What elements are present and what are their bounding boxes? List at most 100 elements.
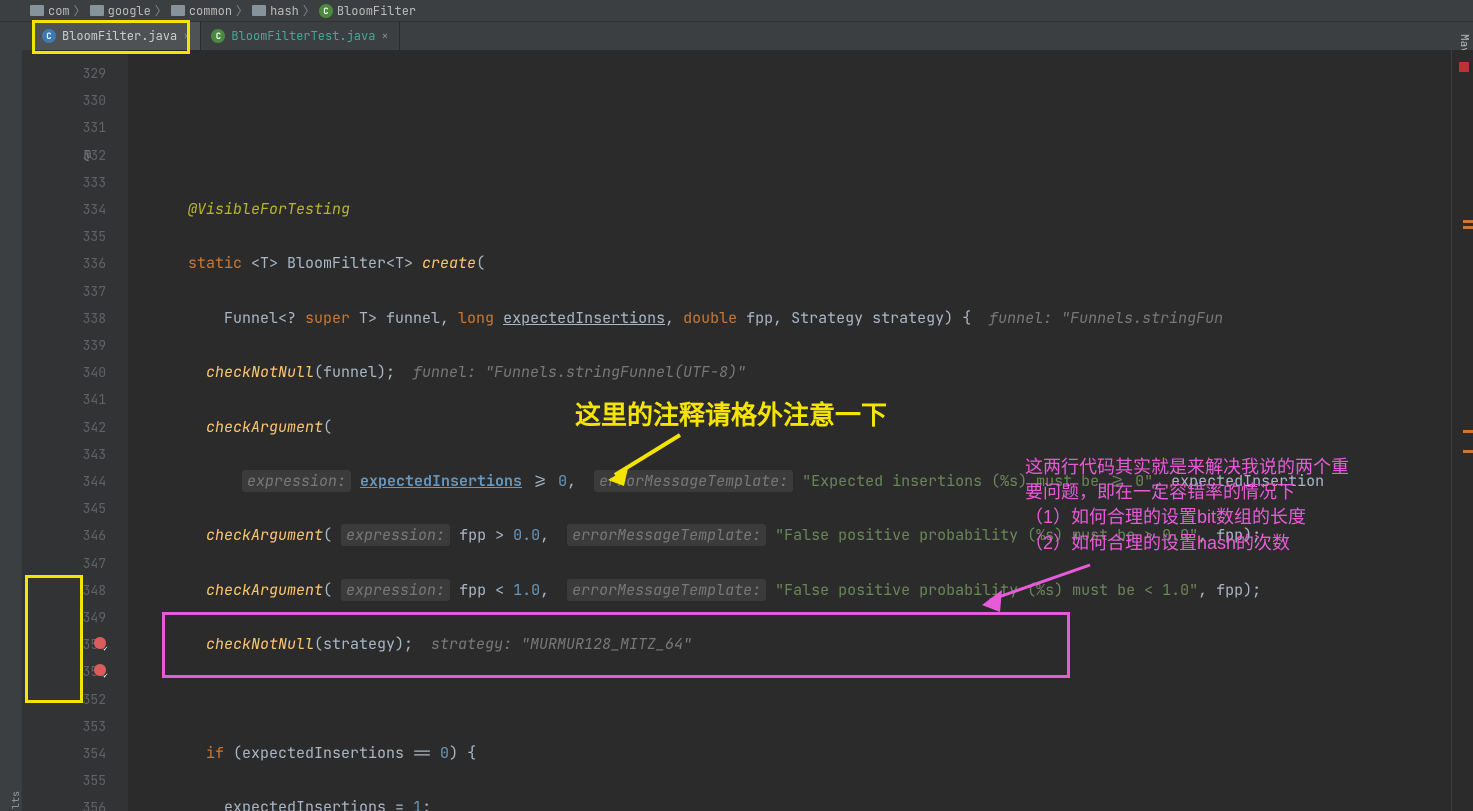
method-call: checkNotNull xyxy=(206,362,314,382)
line-number[interactable]: 339 xyxy=(22,332,128,359)
code-text: , expectedInsertion xyxy=(1153,471,1324,491)
line-number[interactable]: 349 xyxy=(22,604,128,631)
editor[interactable]: 329330331332@333334335336337338339340341… xyxy=(22,50,1473,811)
line-number[interactable]: 352 xyxy=(22,686,128,713)
breadcrumb-item[interactable]: hash xyxy=(252,3,299,19)
warning-mark[interactable] xyxy=(1463,430,1473,433)
method-name: create xyxy=(422,253,476,273)
left-tool-tabs: lts ma tils arni ate atio rsc Blo mo Re … xyxy=(0,50,22,811)
line-number[interactable]: 354 xyxy=(22,740,128,767)
line-number[interactable]: 351 xyxy=(22,658,128,685)
method-call: checkArgument xyxy=(206,525,323,545)
chevron-right-icon: 〉 xyxy=(303,2,315,19)
line-number[interactable]: 344 xyxy=(22,468,128,495)
tab-bloomfilter[interactable]: C BloomFilter.java × xyxy=(32,22,201,50)
chevron-right-icon: 〉 xyxy=(236,2,248,19)
line-number[interactable]: 356 xyxy=(22,794,128,811)
code-text: = xyxy=(386,797,413,811)
code-text: fpp < xyxy=(450,580,513,600)
line-number[interactable]: 350 xyxy=(22,631,128,658)
string: "Expected insertions (%s) must be >= 0" xyxy=(802,471,1153,491)
line-number[interactable]: 336 xyxy=(22,250,128,277)
breakpoint-icon[interactable] xyxy=(94,664,106,676)
folder-icon xyxy=(30,5,44,16)
annotation: @VisibleForTesting xyxy=(188,199,350,219)
breadcrumb-label: google xyxy=(108,3,151,19)
string: "False positive probability (%s) must be… xyxy=(775,580,1198,600)
code-text: T> funnel, xyxy=(350,308,458,328)
close-icon[interactable]: × xyxy=(381,28,388,44)
folder-icon xyxy=(252,5,266,16)
override-icon[interactable]: @ xyxy=(84,142,91,169)
method-call: checkArgument xyxy=(206,417,323,437)
param-hint: expression: xyxy=(341,579,450,601)
warning-mark[interactable] xyxy=(1463,226,1473,229)
breadcrumb-label: hash xyxy=(270,3,299,19)
method-call: checkNotNull xyxy=(206,634,314,654)
code-text: , fpp); xyxy=(1198,525,1261,545)
keyword: double xyxy=(683,308,737,328)
string: "False positive probability (%s) must be… xyxy=(775,525,1198,545)
code-text: , fpp); xyxy=(1198,580,1261,600)
keyword: long xyxy=(458,308,494,328)
error-stripe[interactable] xyxy=(1451,50,1473,811)
folder-icon xyxy=(171,5,185,16)
number: 1.0 xyxy=(513,580,540,600)
code-text: <T> BloomFilter<T> xyxy=(242,253,422,273)
code-text: (expectedInsertions == xyxy=(224,743,440,763)
number: 0 xyxy=(558,471,567,491)
line-number[interactable]: 334 xyxy=(22,196,128,223)
breadcrumb-item[interactable]: common xyxy=(171,3,232,19)
line-number[interactable]: 331 xyxy=(22,114,128,141)
line-number[interactable]: 355 xyxy=(22,767,128,794)
close-icon[interactable]: × xyxy=(183,28,190,44)
side-tab[interactable]: lts xyxy=(9,56,22,811)
number: 0 xyxy=(440,743,449,763)
line-number[interactable]: 342 xyxy=(22,414,128,441)
code-area[interactable]: @VisibleForTesting static <T> BloomFilte… xyxy=(128,50,1473,811)
line-number[interactable]: 337 xyxy=(22,278,128,305)
line-number[interactable]: 340 xyxy=(22,359,128,386)
line-number[interactable]: 335 xyxy=(22,223,128,250)
inline-hint: funnel: "Funnels.stringFun xyxy=(971,308,1223,328)
line-number[interactable]: 345 xyxy=(22,495,128,522)
inline-hint: funnel: "Funnels.stringFunnel(UTF-8)" xyxy=(395,362,746,382)
line-number[interactable]: 329 xyxy=(22,60,128,87)
line-number[interactable]: 333 xyxy=(22,169,128,196)
code-text: fpp, Strategy strategy) { xyxy=(737,308,971,328)
breakpoint-icon[interactable] xyxy=(94,637,106,649)
breadcrumb-label: com xyxy=(48,3,70,19)
keyword: super xyxy=(305,308,350,328)
error-indicator-icon[interactable] xyxy=(1459,62,1469,72)
tab-label: BloomFilterTest.java xyxy=(231,28,375,44)
editor-tabs: C BloomFilter.java × C BloomFilterTest.j… xyxy=(0,22,1473,50)
breadcrumb-label: BloomFilter xyxy=(337,3,416,19)
line-number[interactable]: 338 xyxy=(22,305,128,332)
line-number[interactable]: 341 xyxy=(22,386,128,413)
breadcrumb-item[interactable]: C BloomFilter xyxy=(319,3,416,19)
breadcrumb-item[interactable]: com xyxy=(30,3,70,19)
line-number[interactable]: 346 xyxy=(22,522,128,549)
param-hint: errorMessageTemplate: xyxy=(594,470,793,492)
warning-mark[interactable] xyxy=(1463,220,1473,223)
line-number[interactable]: 330 xyxy=(22,87,128,114)
tab-label: BloomFilter.java xyxy=(62,28,177,44)
java-file-icon: C xyxy=(211,29,225,43)
line-number[interactable]: 348 xyxy=(22,577,128,604)
breadcrumb: com 〉 google 〉 common 〉 hash 〉 CBloomFil… xyxy=(0,0,1473,22)
line-number[interactable]: 353 xyxy=(22,713,128,740)
line-number[interactable]: 343 xyxy=(22,441,128,468)
java-file-icon: C xyxy=(42,29,56,43)
param-hint: expression: xyxy=(341,524,450,546)
folder-icon xyxy=(90,5,104,16)
line-number[interactable]: 332@ xyxy=(22,142,128,169)
method-call: checkArgument xyxy=(206,580,323,600)
line-number[interactable]: 347 xyxy=(22,550,128,577)
class-icon: C xyxy=(319,4,333,18)
gutter[interactable]: 329330331332@333334335336337338339340341… xyxy=(22,50,128,811)
keyword: if xyxy=(206,743,224,763)
warning-mark[interactable] xyxy=(1463,450,1473,453)
tab-bloomfiltertest[interactable]: C BloomFilterTest.java × xyxy=(201,22,399,50)
param-hint: expression: xyxy=(242,470,351,492)
breadcrumb-item[interactable]: google xyxy=(90,3,151,19)
